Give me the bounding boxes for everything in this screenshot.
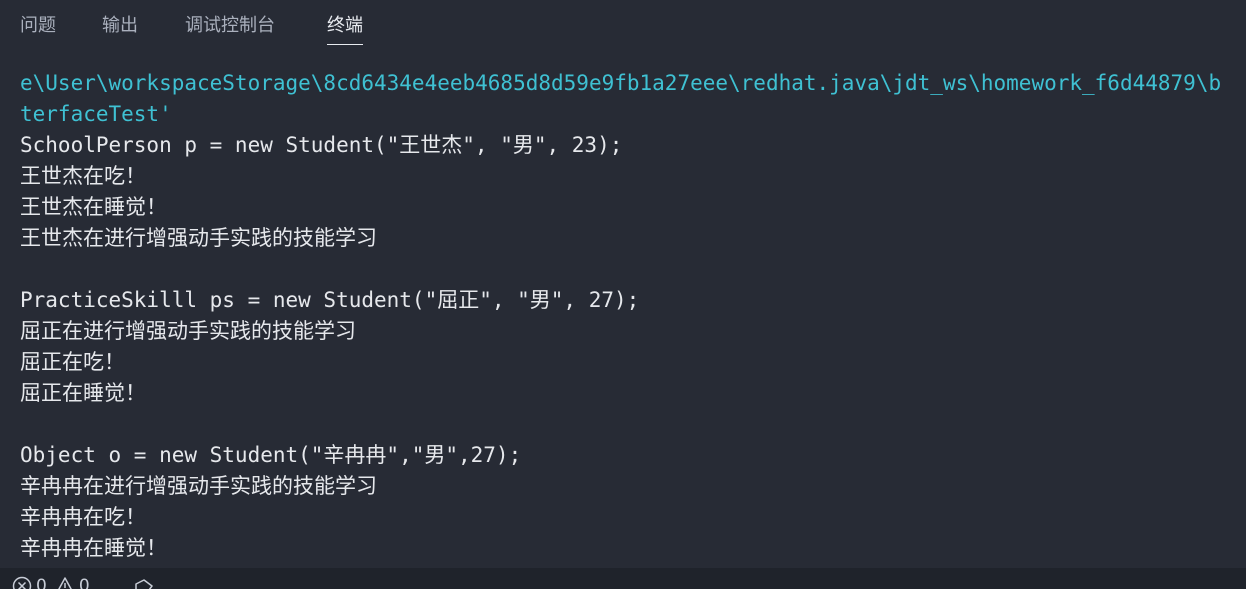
terminal-line: 辛冉冉在进行增强动手实践的技能学习 [20, 474, 377, 498]
terminal-line: Object o = new Student("辛冉冉","男",27); [20, 443, 522, 467]
terminal-line: SchoolPerson p = new Student("王世杰", "男",… [20, 133, 623, 157]
terminal-line: terfaceTest' [20, 102, 172, 126]
active-tab-indicator [327, 44, 363, 45]
error-circle-icon [12, 576, 32, 589]
tab-problems[interactable]: 问题 [20, 12, 56, 40]
ports-icon [132, 576, 156, 589]
terminal-line: PracticeSkilll ps = new Student("屈正", "男… [20, 288, 640, 312]
tab-debug-console[interactable]: 调试控制台 [185, 12, 275, 40]
tab-terminal-label: 终端 [327, 15, 363, 36]
errors-count: 0 [36, 576, 47, 589]
terminal-line: 屈正在睡觉！ [20, 381, 146, 405]
terminal-panel: 问题 输出 调试控制台 终端 e\User\workspaceStorage\8… [0, 0, 1246, 568]
warnings-count: 0 [78, 576, 90, 589]
terminal-output[interactable]: e\User\workspaceStorage\8cd6434e4eeb4685… [20, 68, 1246, 568]
panel-tab-bar: 问题 输出 调试控制台 终端 [0, 0, 1246, 50]
terminal-line: 王世杰在吃！ [20, 164, 146, 188]
status-bar: 0 0 [0, 568, 1246, 589]
terminal-line: 辛冉冉在吃！ [20, 505, 146, 529]
tab-terminal[interactable]: 终端 [327, 12, 363, 45]
tab-output[interactable]: 输出 [102, 12, 138, 40]
terminal-line: 王世杰在进行增强动手实践的技能学习 [20, 226, 377, 250]
terminal-line: e\User\workspaceStorage\8cd6434e4eeb4685… [20, 71, 1222, 95]
terminal-line: 屈正在进行增强动手实践的技能学习 [20, 319, 356, 343]
warning-triangle-icon [55, 576, 75, 589]
terminal-line: 王世杰在睡觉！ [20, 195, 167, 219]
terminal-line: 屈正在吃！ [20, 350, 125, 374]
ports-status[interactable] [132, 576, 156, 589]
terminal-line: 辛冉冉在睡觉！ [20, 536, 167, 560]
problems-status[interactable]: 0 0 [12, 576, 90, 589]
